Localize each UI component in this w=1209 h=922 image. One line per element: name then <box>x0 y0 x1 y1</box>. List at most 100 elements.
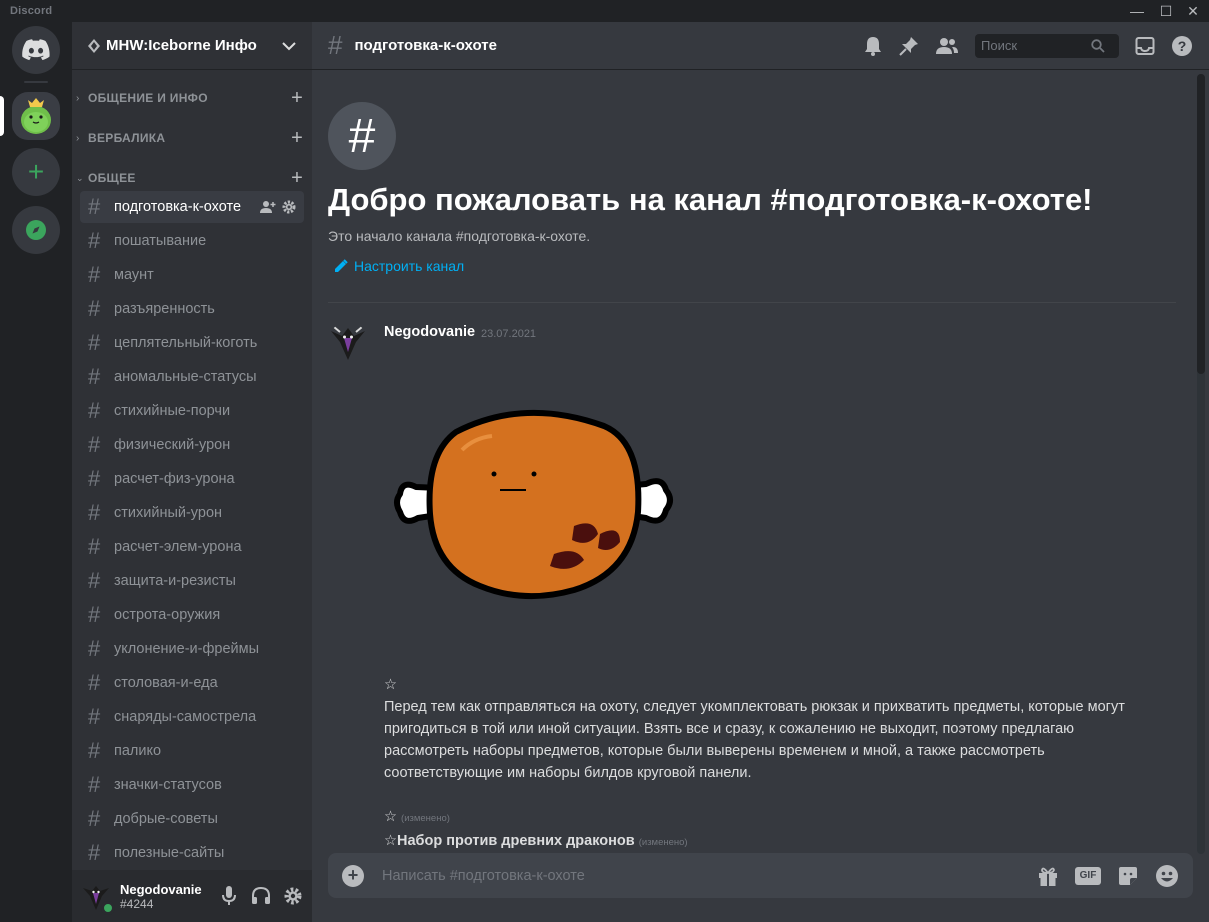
pencil-icon <box>335 259 348 272</box>
server-header[interactable]: MHW:Iceborne Инфо <box>72 22 312 70</box>
channel-item[interactable]: # расчет-физ-урона <box>80 463 304 495</box>
maximize-icon[interactable]: ☐ <box>1153 0 1179 22</box>
create-channel-icon[interactable]: + <box>282 88 312 108</box>
member-list-icon[interactable] <box>935 36 959 56</box>
hashtag-icon: # <box>88 500 101 525</box>
channel-name: уклонение-и-фреймы <box>114 641 259 657</box>
channel-sidebar: MHW:Iceborne Инфо › ОБЩЕНИЕ И ИНФО + › В… <box>72 22 312 922</box>
channel-item[interactable]: # цеплятельный-коготь <box>80 327 304 359</box>
title-bar: Discord — ☐ ✕ <box>0 0 1209 22</box>
search-icon <box>1091 38 1105 53</box>
hashtag-icon: # <box>88 262 101 287</box>
pin-icon[interactable] <box>899 36 919 56</box>
hashtag-icon: # <box>88 398 101 423</box>
user-settings-button[interactable] <box>282 885 304 907</box>
home-button[interactable] <box>12 26 60 74</box>
channel-item[interactable]: # снаряды-самострела <box>80 701 304 733</box>
hashtag-icon: # <box>88 602 101 627</box>
channel-item[interactable]: # уклонение-и-фреймы <box>80 633 304 665</box>
message-composer[interactable]: + GIF <box>328 853 1193 898</box>
category-general[interactable]: ⌄ ОБЩЕЕ + <box>72 168 312 188</box>
gif-button[interactable]: GIF <box>1075 866 1101 885</box>
online-status-badge <box>101 901 115 915</box>
author-avatar[interactable] <box>328 322 368 362</box>
chevron-down-icon[interactable] <box>282 38 296 54</box>
invite-icon[interactable] <box>260 200 276 214</box>
chevron-down-icon: ⌄ <box>76 172 84 183</box>
mute-button[interactable] <box>218 885 240 907</box>
channel-name: цеплятельный-коготь <box>114 335 258 351</box>
message-input[interactable] <box>382 867 1037 884</box>
channel-item[interactable]: # физический-урон <box>80 429 304 461</box>
hashtag-icon: # <box>88 806 101 831</box>
message-paragraph: Перед тем как отправляться на охоту, сле… <box>384 699 1125 781</box>
category-verbalika[interactable]: › ВЕРБАЛИКА + <box>72 128 312 148</box>
welcome-title: Добро пожаловать на канал #подготовка-к-… <box>328 182 1093 217</box>
message-heading-line: ☆Набор против древних драконов (изменено… <box>384 830 1144 854</box>
category-general-info[interactable]: › ОБЩЕНИЕ И ИНФО + <box>72 88 312 108</box>
channel-item[interactable]: # палико <box>80 735 304 767</box>
help-icon[interactable]: ? <box>1171 35 1193 57</box>
channel-item[interactable]: # расчет-элем-урона <box>80 531 304 563</box>
message-star: ☆ <box>384 809 397 825</box>
hashtag-icon: # <box>88 364 101 389</box>
add-server-button[interactable]: + <box>12 148 60 196</box>
message-star: ☆ <box>384 677 397 693</box>
channel-item[interactable]: # аномальные-статусы <box>80 361 304 393</box>
microphone-icon <box>222 886 236 905</box>
channel-header: # подготовка-к-охоте Поиск ? <box>312 22 1209 70</box>
channel-item[interactable]: # добрые-советы <box>80 803 304 835</box>
channel-name: пошатывание <box>114 233 207 249</box>
message-author[interactable]: Negodovanie <box>384 324 475 340</box>
create-channel-icon[interactable]: + <box>282 128 312 148</box>
channel-item[interactable]: # стихийный-урон <box>80 497 304 529</box>
minimize-icon[interactable]: — <box>1124 0 1150 22</box>
channel-item[interactable]: # стихийные-порчи <box>80 395 304 427</box>
gift-icon[interactable] <box>1037 865 1059 887</box>
channel-item[interactable]: # защита-и-резисты <box>80 565 304 597</box>
hashtag-icon: # <box>88 670 101 695</box>
channel-item[interactable]: # значки-статусов <box>80 769 304 801</box>
server-icon-mhw[interactable] <box>12 92 60 140</box>
explore-servers-button[interactable] <box>12 206 60 254</box>
create-channel-icon[interactable]: + <box>282 168 312 188</box>
chevron-right-icon: › <box>76 132 80 144</box>
bell-icon[interactable] <box>863 36 883 56</box>
channel-name: защита-и-резисты <box>114 573 236 589</box>
scrollbar[interactable] <box>1197 74 1205 854</box>
channel-item[interactable]: # столовая-и-еда <box>80 667 304 699</box>
channel-item-active[interactable]: # подготовка-к-охоте <box>80 191 304 223</box>
hashtag-icon: # <box>88 568 101 593</box>
upload-button[interactable]: + <box>342 864 364 887</box>
channel-item[interactable]: # полезные-сайты <box>80 837 304 869</box>
channel-hash-icon: # <box>328 102 396 170</box>
sticker-icon[interactable] <box>1117 865 1139 887</box>
inbox-icon[interactable] <box>1135 36 1155 56</box>
channel-name: маунт <box>114 267 154 283</box>
emoji-icon[interactable] <box>1155 864 1179 888</box>
edit-channel-label: Настроить канал <box>354 258 465 274</box>
hashtag-icon: # <box>88 738 101 763</box>
channel-item[interactable]: # острота-оружия <box>80 599 304 631</box>
server-list: + <box>0 22 72 922</box>
user-avatar[interactable] <box>80 880 115 915</box>
channel-item[interactable]: # разъяренность <box>80 293 304 325</box>
hashtag-icon: # <box>88 840 101 865</box>
user-tag: #4244 <box>120 896 154 911</box>
close-icon[interactable]: ✕ <box>1180 0 1206 22</box>
guild-separator <box>24 81 48 83</box>
gear-icon[interactable] <box>282 200 296 214</box>
deafen-button[interactable] <box>250 885 272 907</box>
channel-name: аномальные-статусы <box>114 369 257 385</box>
hashtag-icon: # <box>328 30 343 60</box>
channel-item[interactable]: # пошатывание <box>80 225 304 257</box>
channel-name: острота-оружия <box>114 607 221 623</box>
category-label: ВЕРБАЛИКА <box>88 131 166 145</box>
svg-text:?: ? <box>1178 38 1187 54</box>
search-input[interactable] <box>981 38 1091 53</box>
scrollbar-thumb[interactable] <box>1197 74 1205 374</box>
channel-item[interactable]: # маунт <box>80 259 304 291</box>
channel-name: расчет-физ-урона <box>114 471 235 487</box>
search-box[interactable] <box>975 33 1119 58</box>
edit-channel-link[interactable]: Настроить канал <box>328 258 1093 274</box>
